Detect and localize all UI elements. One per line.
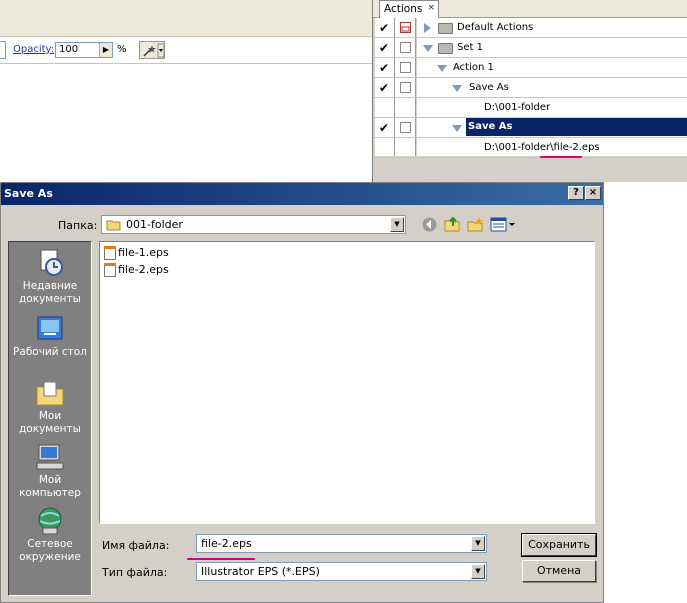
new-folder-icon[interactable]	[467, 216, 484, 233]
collapse-arrow-icon[interactable]	[437, 65, 447, 72]
step-detail: D:\001-folder	[484, 102, 551, 113]
checkmark-icon[interactable]: ✔	[379, 22, 389, 34]
save-button[interactable]: Сохранить	[521, 533, 597, 557]
file-list[interactable]: file-1.eps file-2.eps	[99, 241, 595, 524]
step-label: Save As	[468, 121, 513, 132]
filename-value: file-2.eps	[201, 537, 252, 550]
place-network[interactable]: Сетевое окружение	[9, 506, 91, 564]
options-toolbar: Opacity: 100 ▶ %	[0, 0, 372, 182]
actions-panel: Actions × ✔ Default Actions ✔ Set 1 ✔ Ac…	[372, 0, 687, 182]
checkmark-icon[interactable]: ✔	[379, 42, 389, 54]
tool-preset-picker[interactable]	[139, 41, 165, 59]
checkmark-icon[interactable]: ✔	[379, 82, 389, 94]
place-my-computer[interactable]: Мой компьютер	[9, 442, 91, 500]
lookin-select[interactable]: 001-folder ▼	[101, 215, 406, 234]
dialog-titlebar[interactable]: Save As	[1, 183, 603, 205]
list-item[interactable]: file-2.eps	[104, 263, 169, 277]
action-label: Action 1	[453, 62, 494, 73]
highlight-underline	[187, 558, 255, 560]
folder-icon	[438, 23, 453, 34]
selected-step-highlight[interactable]: Save As	[466, 118, 687, 136]
dialog-dots-icon	[401, 26, 410, 32]
list-item[interactable]: ✔ Default Actions	[373, 18, 687, 38]
chevron-down-icon[interactable]: ▼	[471, 536, 485, 551]
back-icon[interactable]	[421, 216, 438, 233]
list-item: D:\001-folder	[373, 98, 687, 118]
actions-tab-row: Actions ×	[373, 0, 687, 18]
desktop-icon	[35, 314, 65, 344]
list-item[interactable]: ✔ Set 1	[373, 38, 687, 58]
collapse-arrow-icon[interactable]	[452, 85, 462, 92]
eps-file-icon	[104, 263, 116, 277]
place-label: Рабочий стол	[13, 346, 87, 358]
file-name: file-2.eps	[118, 263, 169, 276]
cancel-button[interactable]: Отмена	[522, 560, 596, 582]
tab-actions-label: Actions	[384, 3, 423, 15]
close-button[interactable]: ×	[585, 186, 601, 200]
set-label: Default Actions	[457, 22, 534, 33]
collapse-arrow-icon[interactable]	[452, 125, 462, 132]
dialog-title: Save As	[4, 187, 53, 200]
eps-file-icon	[104, 246, 116, 260]
step-label: Save As	[469, 82, 509, 93]
checkmark-icon[interactable]: ✔	[379, 122, 389, 134]
help-button[interactable]: ?	[568, 186, 584, 200]
recent-documents-icon	[35, 248, 65, 278]
close-icon[interactable]: ×	[427, 3, 435, 13]
expand-arrow-icon[interactable]	[424, 23, 431, 33]
opacity-unit: %	[117, 44, 127, 55]
place-label: Мои документы	[19, 410, 81, 435]
magic-wand-icon	[143, 43, 165, 58]
save-as-dialog: Save As ? × Папка: 001-folder ▼ Недавние…	[0, 182, 604, 603]
folder-icon	[438, 43, 453, 54]
place-label: Мой компьютер	[19, 474, 81, 499]
my-computer-icon	[35, 442, 65, 472]
lookin-label: Папка:	[58, 219, 98, 232]
list-item[interactable]: file-1.eps	[104, 246, 169, 260]
filename-label: Имя файла:	[102, 539, 170, 552]
dialog-toggle-icon[interactable]	[400, 82, 411, 93]
place-desktop[interactable]: Рабочий стол	[9, 314, 91, 359]
place-my-documents[interactable]: Мои документы	[9, 378, 91, 436]
list-item[interactable]: ✔ Action 1	[373, 58, 687, 78]
opacity-label[interactable]: Opacity:	[13, 44, 54, 55]
folder-open-icon	[106, 220, 121, 231]
collapse-arrow-icon[interactable]	[423, 45, 433, 52]
tab-actions[interactable]: Actions ×	[379, 0, 439, 18]
filetype-select[interactable]: Illustrator EPS (*.EPS) ▼	[196, 562, 487, 581]
dialog-toggle-icon[interactable]	[400, 122, 411, 133]
step-detail: D:\001-folder\file-2.eps	[484, 142, 600, 153]
lookin-value: 001-folder	[126, 218, 183, 231]
place-label: Сетевое окружение	[19, 538, 81, 563]
filetype-label: Тип файла:	[102, 566, 168, 579]
toolbar-field-stub[interactable]	[0, 41, 6, 59]
dialog-toggle-icon[interactable]	[400, 42, 411, 53]
dialog-toggle-icon[interactable]	[400, 22, 411, 33]
places-bar: Недавние документы Рабочий стол Мои доку…	[8, 241, 92, 596]
network-icon	[35, 506, 65, 536]
file-name: file-1.eps	[118, 246, 169, 259]
set-label: Set 1	[457, 42, 483, 53]
up-folder-icon[interactable]	[444, 216, 461, 233]
opacity-slider-arrow-icon[interactable]: ▶	[99, 43, 112, 57]
filetype-value: Illustrator EPS (*.EPS)	[201, 565, 320, 578]
place-label: Недавние документы	[19, 280, 81, 305]
checkmark-icon[interactable]: ✔	[379, 62, 389, 74]
chevron-down-icon[interactable]: ▼	[390, 217, 404, 232]
my-documents-icon	[35, 378, 65, 408]
chevron-down-icon[interactable]: ▼	[471, 564, 485, 579]
list-item[interactable]: ✔ Save As	[373, 78, 687, 98]
view-menu-icon[interactable]	[490, 216, 516, 233]
place-recent[interactable]: Недавние документы	[9, 248, 91, 306]
filename-input[interactable]: file-2.eps ▼	[196, 534, 487, 553]
dialog-toggle-icon[interactable]	[400, 62, 411, 73]
list-item: D:\001-folder\file-2.eps	[373, 138, 687, 158]
highlight-underline	[540, 156, 582, 158]
